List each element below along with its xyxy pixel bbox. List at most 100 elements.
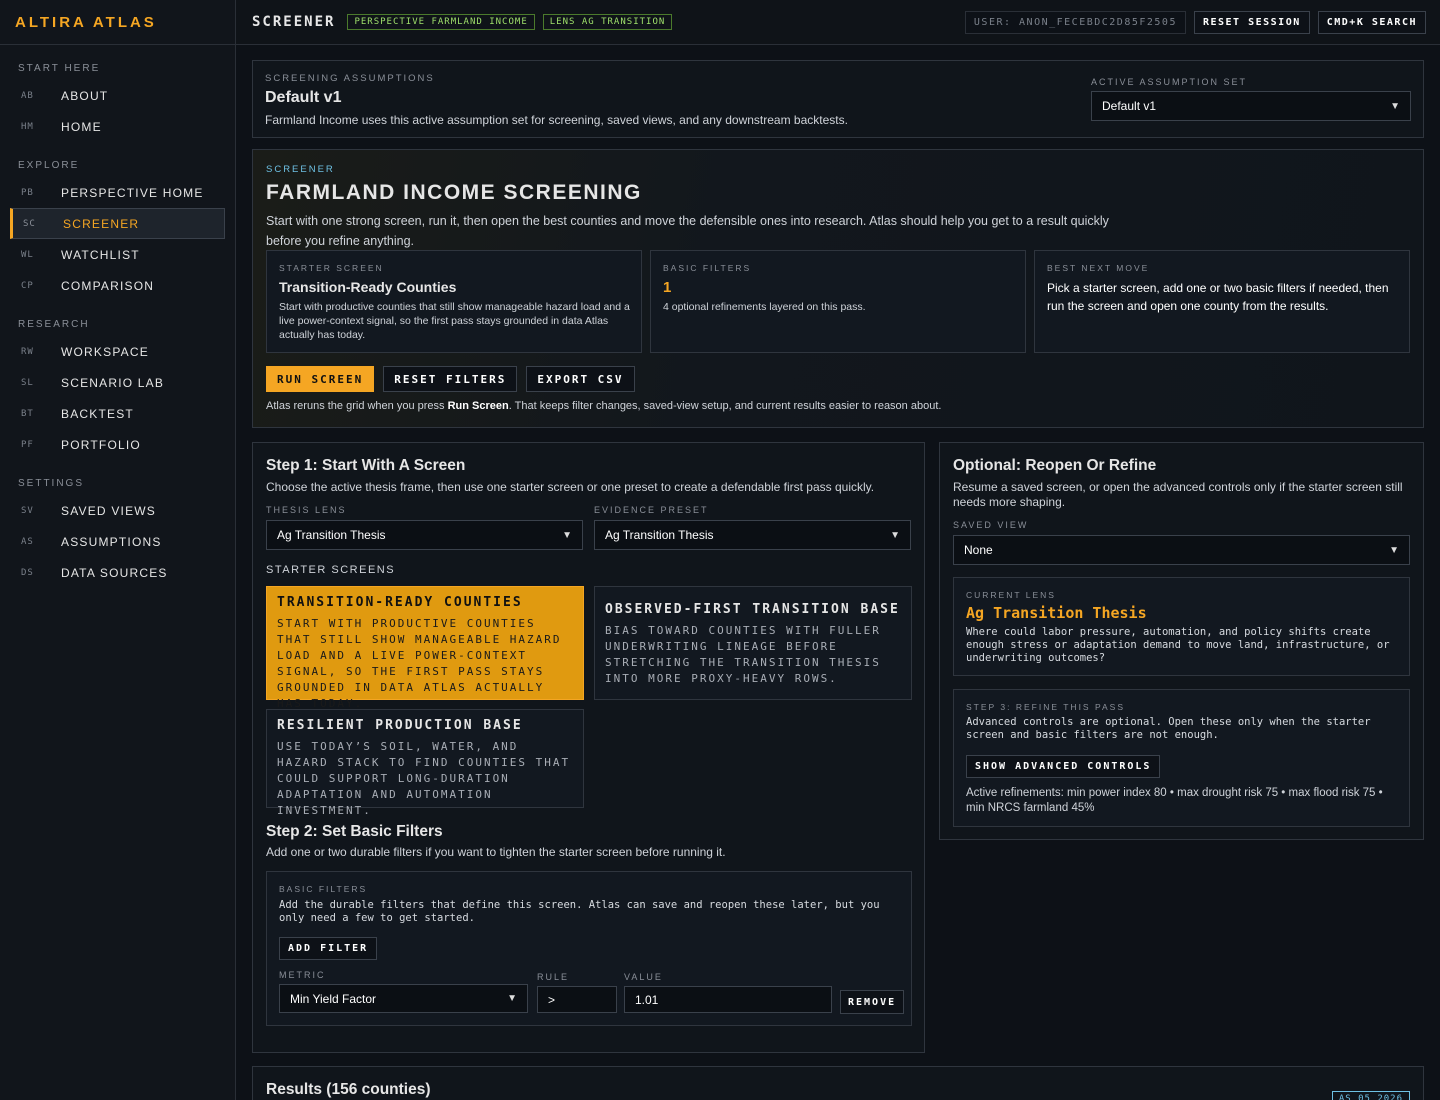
sidebar-section-title: RESEARCH <box>18 319 90 330</box>
chevron-down-icon: ▼ <box>1389 544 1399 556</box>
step2-title: Step 2: Set Basic Filters <box>266 823 443 840</box>
sidebar-item-label: SCENARIO LAB <box>61 375 165 390</box>
active-assumption-value: Default v1 <box>1102 99 1157 113</box>
hero-desc: Start with one strong screen, run it, th… <box>266 214 1109 248</box>
assumptions-panel: SCREENING ASSUMPTIONS Default v1 Farmlan… <box>252 60 1424 138</box>
sidebar-item-portfolio[interactable]: PF PORTFOLIO <box>10 429 225 460</box>
starter-desc: START WITH PRODUCTIVE COUNTIES THAT STIL… <box>277 617 562 710</box>
step2-desc: Add one or two durable filters if you wa… <box>266 845 726 859</box>
starter-title: TRANSITION-READY COUNTIES <box>277 595 523 610</box>
refine-card: STEP 3: REFINE THIS PASS Advanced contro… <box>953 689 1410 827</box>
sidebar-item-label: SAVED VIEWS <box>61 503 156 518</box>
show-advanced-controls-button[interactable]: SHOW ADVANCED CONTROLS <box>966 755 1161 778</box>
sidebar-item-code: SL <box>21 377 34 388</box>
sidebar-item-label: WORKSPACE <box>61 344 149 359</box>
sidebar-item-code: DS <box>21 567 34 578</box>
saved-view-select[interactable]: None ▼ <box>953 535 1410 565</box>
sidebar-item-label: PORTFOLIO <box>61 437 141 452</box>
screener-hero: SCREENER FARMLAND INCOME SCREENING Start… <box>252 149 1424 428</box>
optional-desc: Resume a saved screen, or open the advan… <box>953 480 1403 509</box>
basic-filters-card-text: 4 optional refinements layered on this p… <box>663 301 866 313</box>
best-next-move-card-text: Pick a starter screen, add one or two ba… <box>1047 281 1389 313</box>
sidebar-item-label: SCREENER <box>63 216 140 231</box>
lens-tag: LENS AG TRANSITION <box>542 14 673 30</box>
sidebar-item-perspective-home[interactable]: PB PERSPECTIVE HOME <box>10 177 225 208</box>
sidebar-item-code: PB <box>21 187 34 198</box>
sidebar-item-code: AB <box>21 90 34 101</box>
starter-observed-first[interactable]: OBSERVED-FIRST TRANSITION BASE BIAS TOWA… <box>594 586 912 700</box>
sidebar-item-assumptions[interactable]: AS ASSUMPTIONS <box>10 526 225 557</box>
value-input[interactable]: 1.01 <box>624 986 832 1013</box>
saved-view-value: None <box>964 543 993 557</box>
page-title: SCREENER <box>252 14 336 30</box>
best-next-move-card-label: BEST NEXT MOVE <box>1047 263 1150 273</box>
basic-filters-box: BASIC FILTERS Add the durable filters th… <box>266 871 912 1026</box>
add-filter-button[interactable]: ADD FILTER <box>279 937 378 960</box>
reset-session-button[interactable]: RESET SESSION <box>1193 10 1310 34</box>
sidebar-item-comparison[interactable]: CP COMPARISON <box>10 270 225 301</box>
optional-title: Optional: Reopen Or Refine <box>953 457 1157 474</box>
starter-desc: USE TODAY’S SOIL, WATER, AND HAZARD STAC… <box>277 740 571 817</box>
metric-select[interactable]: Min Yield Factor ▼ <box>279 984 528 1013</box>
thesis-lens-select[interactable]: Ag Transition Thesis ▼ <box>266 520 583 550</box>
sidebar-item-screener[interactable]: SC SCREENER <box>10 208 225 239</box>
assumptions-label: SCREENING ASSUMPTIONS <box>265 73 435 84</box>
sidebar-section-title: EXPLORE <box>18 160 80 171</box>
results-title: Results (156 counties) <box>266 1081 431 1098</box>
perspective-tag: PERSPECTIVE FARMLAND INCOME <box>347 14 535 30</box>
chevron-down-icon: ▼ <box>562 529 572 541</box>
starter-screen-card-title: Transition-Ready Counties <box>279 279 457 295</box>
sidebar-item-code: SV <box>21 505 34 516</box>
sidebar-item-code: RW <box>21 346 34 357</box>
run-note-post: . That keeps filter changes, saved-view … <box>508 400 942 412</box>
run-note: Atlas reruns the grid when you press Run… <box>266 400 941 412</box>
sidebar-item-about[interactable]: AB ABOUT <box>10 80 225 111</box>
sidebar-item-backtest[interactable]: BT BACKTEST <box>10 398 225 429</box>
run-screen-button[interactable]: RUN SCREEN <box>266 366 375 392</box>
sidebar-item-code: HM <box>21 121 34 132</box>
reset-filters-button[interactable]: RESET FILTERS <box>383 366 518 392</box>
sidebar-section-title: SETTINGS <box>18 478 85 489</box>
sidebar-item-label: HOME <box>61 119 102 134</box>
optional-panel: Optional: Reopen Or Refine Resume a save… <box>939 442 1424 840</box>
sidebar-item-home[interactable]: HM HOME <box>10 111 225 142</box>
step3-label: STEP 3: REFINE THIS PASS <box>966 702 1126 712</box>
assumptions-title: Default v1 <box>265 89 342 106</box>
sidebar-item-scenario-lab[interactable]: SL SCENARIO LAB <box>10 367 225 398</box>
sidebar-item-workspace[interactable]: RW WORKSPACE <box>10 336 225 367</box>
evidence-preset-value: Ag Transition Thesis <box>605 528 714 542</box>
sidebar-item-code: BT <box>21 408 34 419</box>
evidence-preset-label: EVIDENCE PRESET <box>594 505 709 515</box>
sidebar-item-data-sources[interactable]: DS DATA SOURCES <box>10 557 225 588</box>
sidebar-nav: START HERE AB ABOUT HM HOME EXPLORE PB PERSPECT… <box>0 63 235 588</box>
active-assumption-select[interactable]: Default v1 ▼ <box>1091 91 1411 121</box>
sidebar-item-watchlist[interactable]: WL WATCHLIST <box>10 239 225 270</box>
brand-logo[interactable]: ALTIRA ATLAS <box>0 0 235 45</box>
hero-kicker: SCREENER <box>266 164 335 175</box>
sidebar-item-label: ASSUMPTIONS <box>61 534 162 549</box>
basic-filters-card-label: BASIC FILTERS <box>663 263 752 273</box>
sidebar-item-code: CP <box>21 280 34 291</box>
user-badge: USER: ANON_FECEBDC2D85F2505 <box>964 10 1186 34</box>
current-lens-label: CURRENT LENS <box>966 590 1056 600</box>
export-csv-button[interactable]: EXPORT CSV <box>526 366 635 392</box>
rule-input[interactable]: > <box>537 986 617 1013</box>
basic-filters-card: BASIC FILTERS 1 4 optional refinements l… <box>650 250 1026 353</box>
starter-resilient-production[interactable]: RESILIENT PRODUCTION BASE USE TODAY’S SO… <box>266 709 584 817</box>
active-refinements: Active refinements: min power index 80 •… <box>966 787 1383 814</box>
basic-filters-count: 1 <box>663 279 672 296</box>
sidebar-item-label: ABOUT <box>61 88 109 103</box>
starter-transition-ready[interactable]: TRANSITION-READY COUNTIES START WITH PRO… <box>266 586 584 710</box>
sidebar-item-saved-views[interactable]: SV SAVED VIEWS <box>10 495 225 526</box>
evidence-preset-select[interactable]: Ag Transition Thesis ▼ <box>594 520 911 550</box>
remove-filter-button[interactable]: REMOVE <box>840 990 905 1014</box>
thesis-lens-value: Ag Transition Thesis <box>277 528 386 542</box>
chevron-down-icon: ▼ <box>1390 100 1400 112</box>
sidebar-item-label: DATA SOURCES <box>61 565 168 580</box>
sidebar-item-code: SC <box>23 218 36 229</box>
chevron-down-icon: ▼ <box>507 993 517 1004</box>
sidebar-item-code: WL <box>21 249 34 260</box>
search-button[interactable]: CMD+K SEARCH <box>1317 10 1426 34</box>
current-lens-card: CURRENT LENS Ag Transition Thesis Where … <box>953 577 1410 676</box>
starter-screen-card-label: STARTER SCREEN <box>279 263 384 273</box>
